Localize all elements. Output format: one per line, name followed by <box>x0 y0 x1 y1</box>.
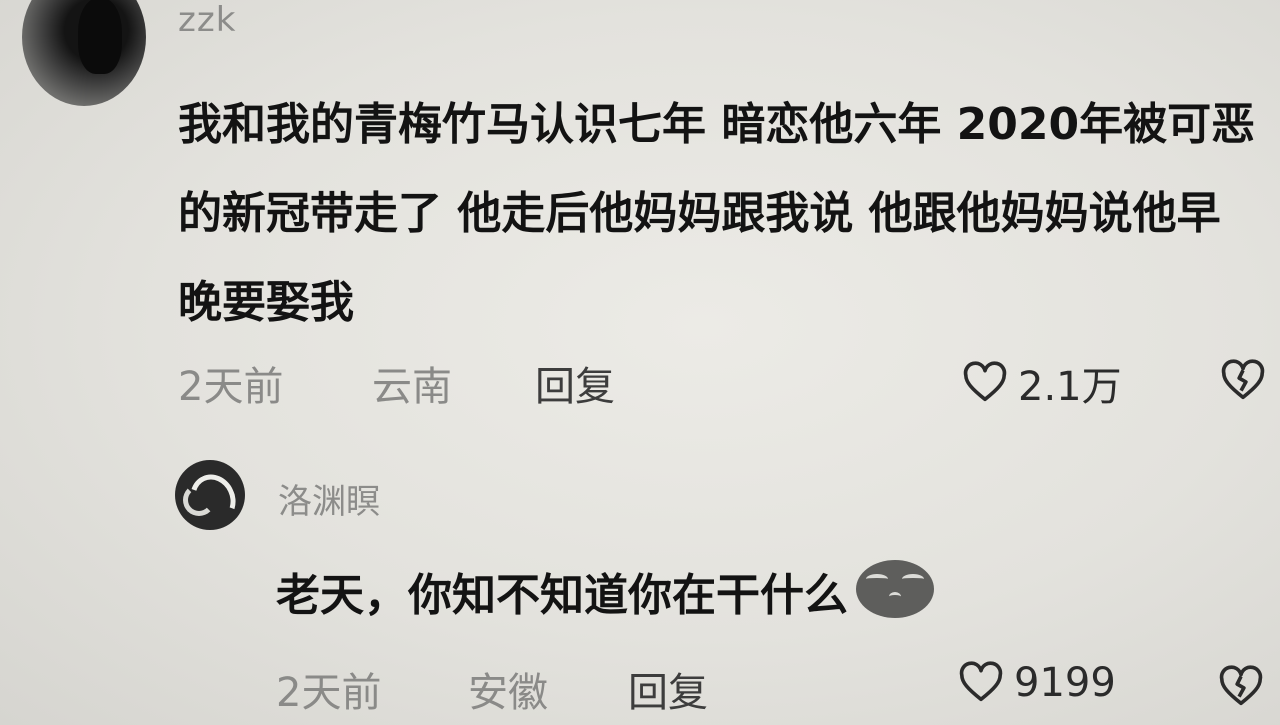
heart-outline-icon <box>963 361 1007 402</box>
avatar-hair <box>78 0 122 74</box>
broken-heart-icon[interactable] <box>1218 664 1264 710</box>
broken-heart-icon[interactable] <box>1220 358 1266 404</box>
reply-button[interactable]: 回复 <box>535 354 615 412</box>
reply-button[interactable]: 回复 <box>628 660 708 718</box>
heart-outline-icon <box>959 661 1003 702</box>
crying-face-emoji-icon <box>856 560 934 618</box>
comment-text-body: 老天，你知不知道你在干什么 <box>276 570 848 621</box>
comment-text: 老天，你知不知道你在干什么 <box>276 560 934 628</box>
username[interactable]: 洛渊瞑 <box>278 474 380 523</box>
comment-time: 2天前 <box>178 364 284 410</box>
comment-location: 云南 <box>372 364 452 410</box>
like-count: 9199 <box>1014 660 1116 706</box>
like-count: 2.1万 <box>1018 364 1122 410</box>
avatar-luoyuanming[interactable] <box>175 460 245 530</box>
comment-location: 安徽 <box>468 670 548 716</box>
avatar-zzk[interactable] <box>22 0 146 106</box>
swirl-logo-icon <box>183 484 215 516</box>
username[interactable]: zzk <box>178 0 236 40</box>
like-button[interactable]: 9199 <box>958 660 1116 706</box>
comment-text: 我和我的青梅竹马认识七年 暗恋他六年 2020年被可恶的新冠带走了 他走后他妈妈… <box>178 99 1256 328</box>
like-button[interactable]: 2.1万 <box>962 354 1122 412</box>
comment-time: 2天前 <box>276 670 382 716</box>
